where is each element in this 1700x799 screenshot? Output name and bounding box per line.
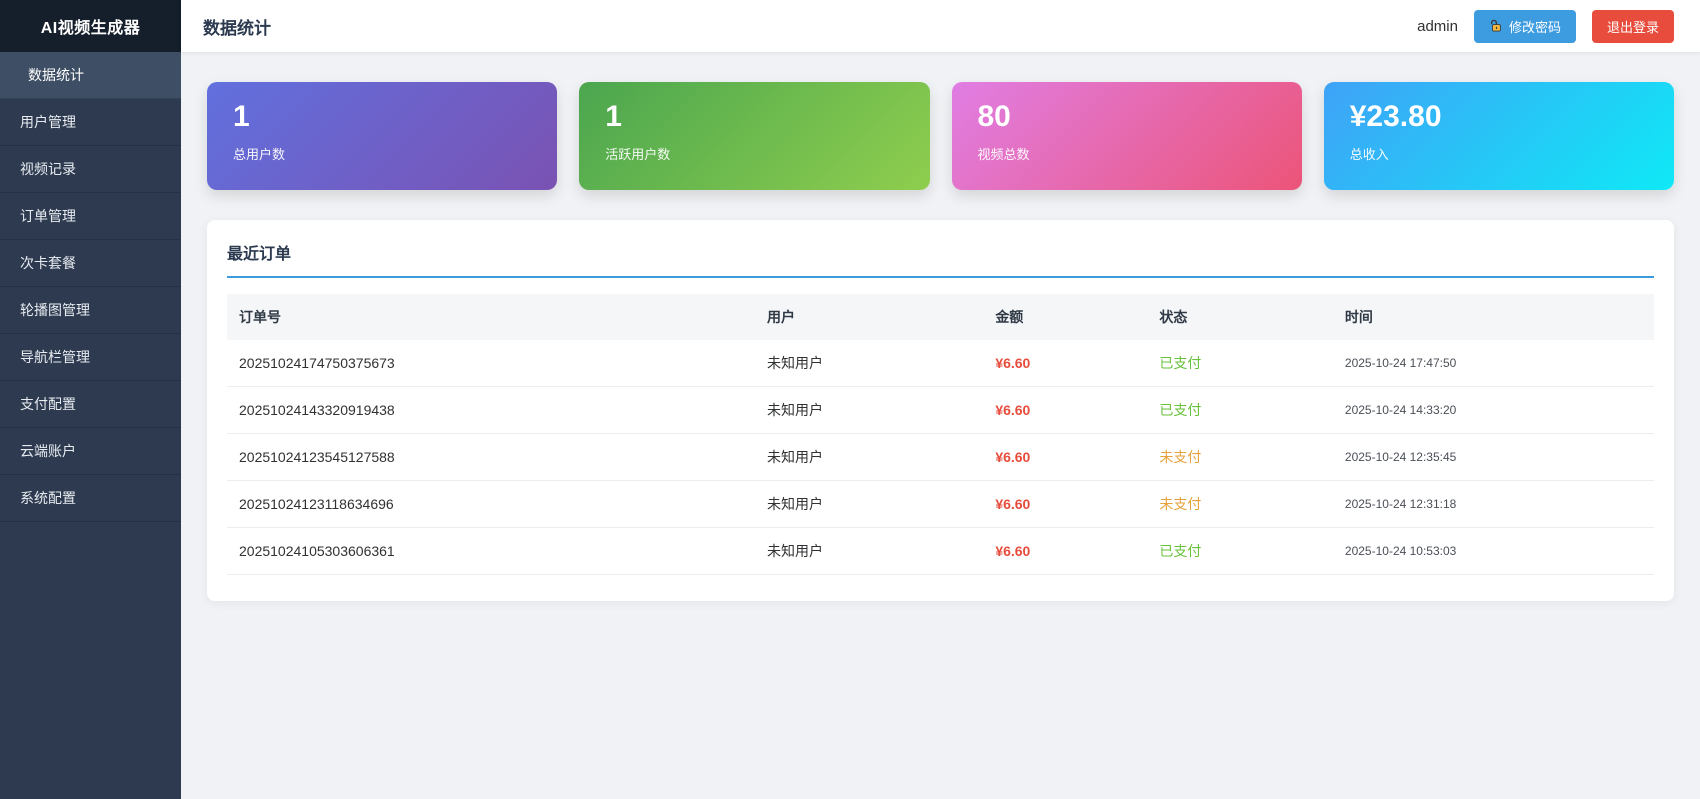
order-number-cell: 20251024143320919438 <box>227 387 755 434</box>
sidebar: AI视频生成器 数据统计用户管理视频记录订单管理次卡套餐轮播图管理导航栏管理支付… <box>0 0 181 799</box>
table-row: 20251024174750375673 未知用户 ¥6.60 已支付 2025… <box>227 340 1654 387</box>
time-cell: 2025-10-24 12:35:45 <box>1333 434 1654 481</box>
recent-orders-title: 最近订单 <box>227 238 1654 278</box>
time-cell: 2025-10-24 10:53:03 <box>1333 528 1654 575</box>
column-header: 用户 <box>755 294 983 340</box>
stat-label: 视频总数 <box>978 144 1276 163</box>
change-password-button[interactable]: 修改密码 <box>1474 10 1576 43</box>
user-cell: 未知用户 <box>755 481 983 528</box>
stat-value: 1 <box>605 100 903 133</box>
sidebar-item[interactable]: 云端账户 <box>0 428 181 475</box>
amount-cell: ¥6.60 <box>983 481 1147 528</box>
stat-cards: 1 总用户数 1 活跃用户数 80 视频总数 ¥23.80 总收入 <box>207 82 1674 190</box>
sidebar-item[interactable]: 导航栏管理 <box>0 334 181 381</box>
stat-label: 总收入 <box>1350 144 1648 163</box>
stat-label: 总用户数 <box>233 144 531 163</box>
status-badge: 未支付 <box>1147 434 1333 481</box>
order-number-cell: 20251024105303606361 <box>227 528 755 575</box>
column-header: 时间 <box>1333 294 1654 340</box>
stat-value: ¥23.80 <box>1350 100 1648 133</box>
time-cell: 2025-10-24 14:33:20 <box>1333 387 1654 434</box>
unlock-icon <box>1489 19 1503 33</box>
app-title: AI视频生成器 <box>0 0 181 52</box>
stat-card: ¥23.80 总收入 <box>1324 82 1674 190</box>
user-cell: 未知用户 <box>755 340 983 387</box>
sidebar-item[interactable]: 订单管理 <box>0 193 181 240</box>
order-number-cell: 20251024123118634696 <box>227 481 755 528</box>
user-cell: 未知用户 <box>755 387 983 434</box>
stat-value: 1 <box>233 100 531 133</box>
recent-orders-panel: 最近订单 订单号用户金额状态时间 20251024174750375673 <box>207 220 1674 601</box>
amount-cell: ¥6.60 <box>983 387 1147 434</box>
stat-card: 1 总用户数 <box>207 82 557 190</box>
status-badge: 已支付 <box>1147 340 1333 387</box>
logout-button[interactable]: 退出登录 <box>1592 10 1674 43</box>
stat-card: 1 活跃用户数 <box>579 82 929 190</box>
sidebar-nav: 数据统计用户管理视频记录订单管理次卡套餐轮播图管理导航栏管理支付配置云端账户系统… <box>0 52 181 522</box>
logout-label: 退出登录 <box>1607 17 1659 36</box>
user-cell: 未知用户 <box>755 434 983 481</box>
sidebar-item[interactable]: 轮播图管理 <box>0 287 181 334</box>
sidebar-item[interactable]: 视频记录 <box>0 146 181 193</box>
amount-cell: ¥6.60 <box>983 434 1147 481</box>
topbar-actions: admin 修改密码 退出登录 <box>1417 10 1674 43</box>
order-number-cell: 20251024174750375673 <box>227 340 755 387</box>
amount-cell: ¥6.60 <box>983 528 1147 575</box>
stat-card: 80 视频总数 <box>952 82 1302 190</box>
content: 1 总用户数 1 活跃用户数 80 视频总数 ¥23.80 总收入 最近订单 <box>181 52 1700 799</box>
order-number-cell: 20251024123545127588 <box>227 434 755 481</box>
table-header-row: 订单号用户金额状态时间 <box>227 294 1654 340</box>
orders-table: 订单号用户金额状态时间 20251024174750375673 未知用户 ¥6… <box>227 294 1654 575</box>
stat-value: 80 <box>978 100 1276 133</box>
stat-label: 活跃用户数 <box>605 144 903 163</box>
column-header: 状态 <box>1147 294 1333 340</box>
main-area: 数据统计 admin 修改密码 退出登录 <box>181 0 1700 799</box>
sidebar-item[interactable]: 用户管理 <box>0 99 181 146</box>
table-row: 20251024105303606361 未知用户 ¥6.60 已支付 2025… <box>227 528 1654 575</box>
column-header: 金额 <box>983 294 1147 340</box>
table-row: 20251024123118634696 未知用户 ¥6.60 未支付 2025… <box>227 481 1654 528</box>
change-password-label: 修改密码 <box>1509 17 1561 36</box>
user-cell: 未知用户 <box>755 528 983 575</box>
time-cell: 2025-10-24 17:47:50 <box>1333 340 1654 387</box>
time-cell: 2025-10-24 12:31:18 <box>1333 481 1654 528</box>
page-title: 数据统计 <box>203 14 271 39</box>
column-header: 订单号 <box>227 294 755 340</box>
status-badge: 已支付 <box>1147 387 1333 434</box>
sidebar-item[interactable]: 次卡套餐 <box>0 240 181 287</box>
topbar: 数据统计 admin 修改密码 退出登录 <box>181 0 1700 52</box>
amount-cell: ¥6.60 <box>983 340 1147 387</box>
sidebar-item[interactable]: 支付配置 <box>0 381 181 428</box>
sidebar-item[interactable]: 数据统计 <box>0 52 181 99</box>
sidebar-item[interactable]: 系统配置 <box>0 475 181 522</box>
table-row: 20251024143320919438 未知用户 ¥6.60 已支付 2025… <box>227 387 1654 434</box>
status-badge: 未支付 <box>1147 481 1333 528</box>
table-row: 20251024123545127588 未知用户 ¥6.60 未支付 2025… <box>227 434 1654 481</box>
app-root: AI视频生成器 数据统计用户管理视频记录订单管理次卡套餐轮播图管理导航栏管理支付… <box>0 0 1700 799</box>
status-badge: 已支付 <box>1147 528 1333 575</box>
username: admin <box>1417 18 1458 35</box>
